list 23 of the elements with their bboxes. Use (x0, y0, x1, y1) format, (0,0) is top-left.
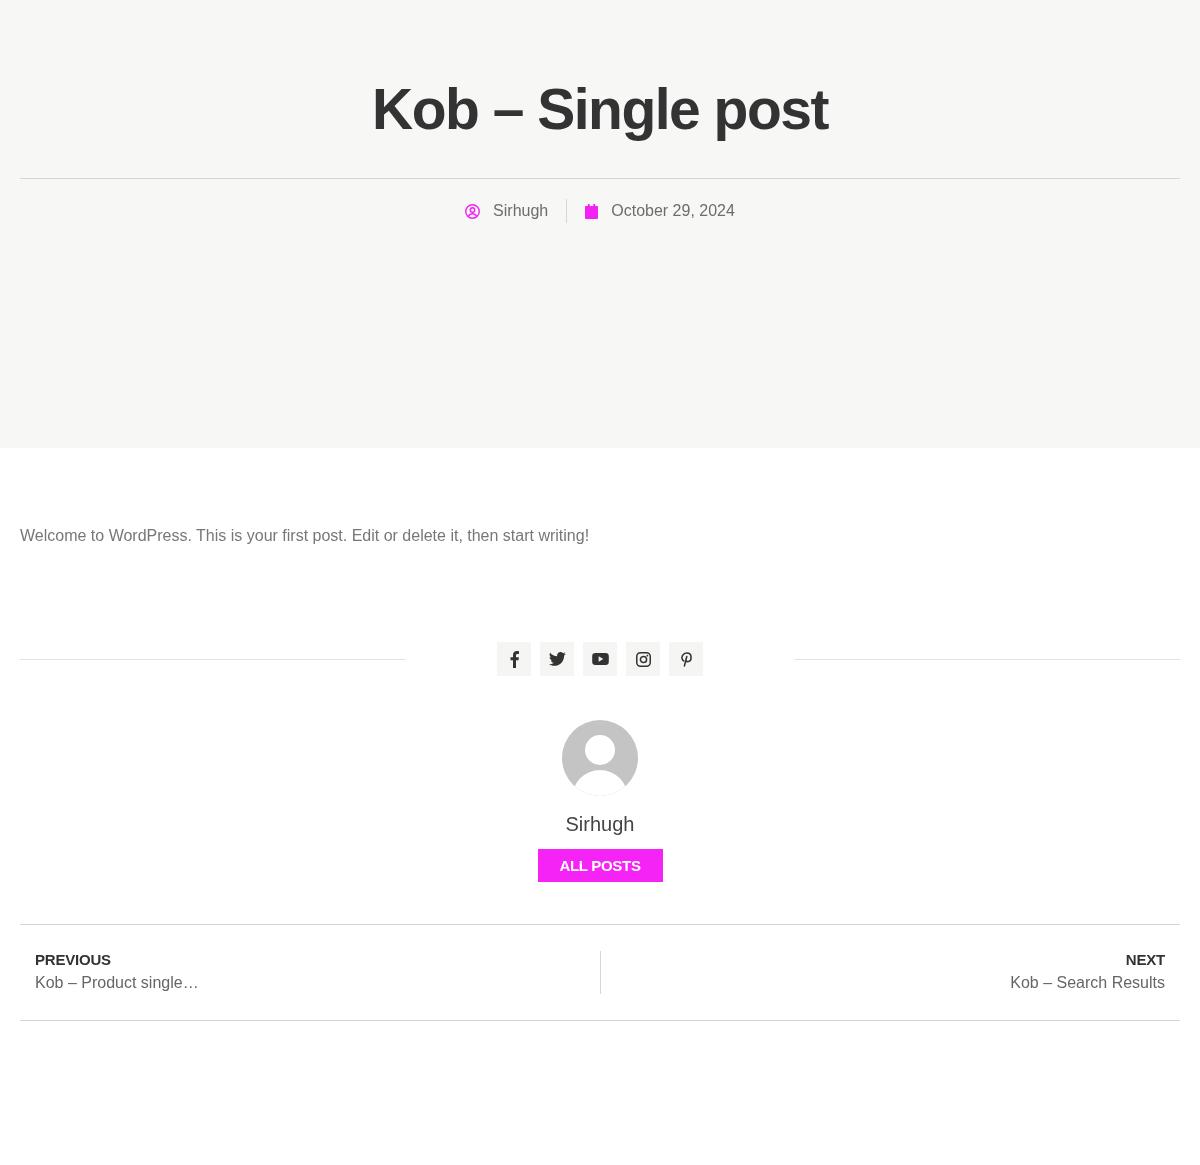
author-name[interactable]: Sirhugh (493, 202, 549, 220)
pinterest-icon (680, 651, 692, 667)
post-paragraph: Welcome to WordPress. This is your first post. Edit or delete it, then start writing! (20, 526, 590, 546)
share-button[interactable] (540, 642, 574, 676)
share-button[interactable] (626, 642, 660, 676)
user-icon (465, 203, 481, 219)
youtube-icon (591, 653, 609, 665)
all-posts-button[interactable]: ALL POSTS (537, 849, 663, 882)
share-button[interactable] (669, 642, 703, 676)
next-label: NEXT (1125, 951, 1165, 969)
share-button[interactable] (583, 642, 617, 676)
post-title: Kob – Single post (372, 76, 828, 143)
facebook-icon (509, 650, 519, 668)
avatar-icon (562, 720, 638, 796)
previous-label: PREVIOUS (35, 951, 111, 969)
author-box-name: Sirhugh (565, 812, 635, 836)
share-button[interactable] (497, 642, 531, 676)
twitter-icon (548, 652, 566, 666)
previous-post-link[interactable]: Kob – Product single… (35, 972, 199, 994)
instagram-icon (635, 651, 651, 667)
next-post-link[interactable]: Kob – Search Results (1010, 972, 1165, 994)
post-date: October 29, 2024 (611, 202, 735, 220)
calendar-icon (585, 203, 599, 219)
